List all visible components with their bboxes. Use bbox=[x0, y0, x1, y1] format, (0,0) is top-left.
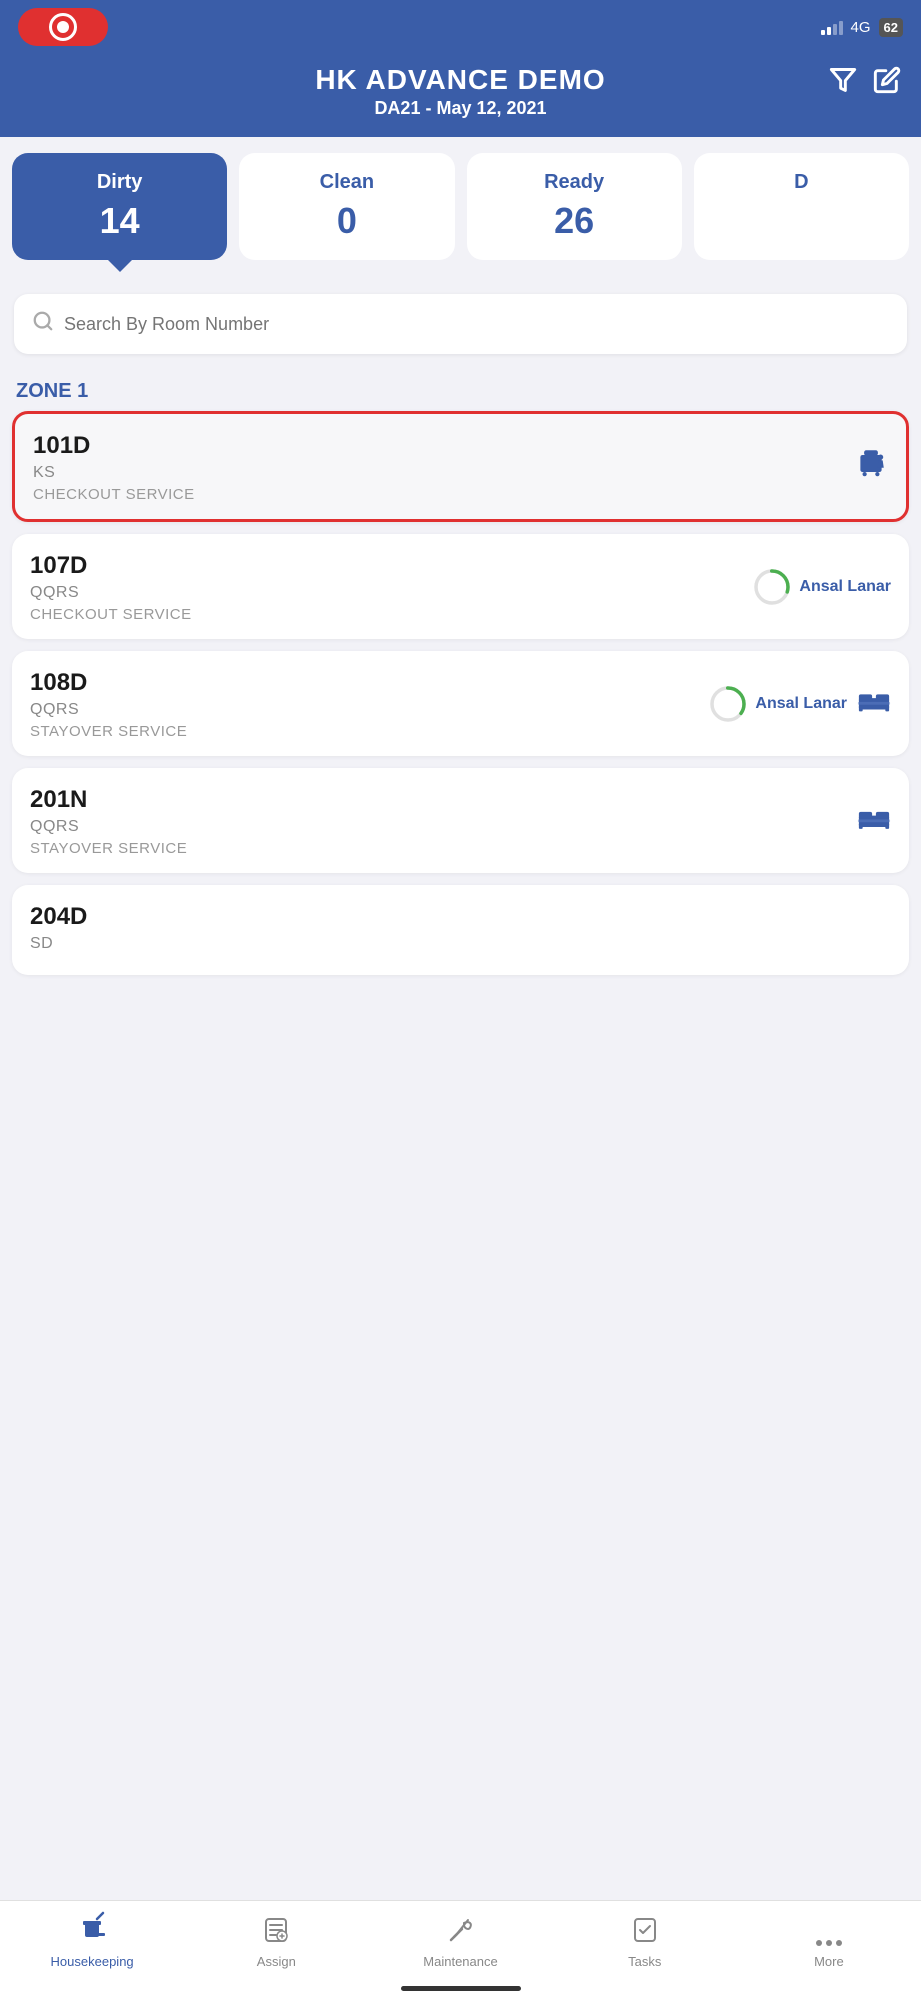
nav-item-more[interactable]: More bbox=[737, 1940, 921, 1969]
tab-d2[interactable]: D bbox=[694, 153, 909, 260]
tab-clean-count: 0 bbox=[253, 200, 440, 242]
room-service-201N: STAYOVER SERVICE bbox=[30, 840, 891, 857]
tab-ready-label: Ready bbox=[481, 171, 668, 194]
tab-clean-label: Clean bbox=[253, 171, 440, 194]
room-card-204D[interactable]: 204D SD bbox=[12, 885, 909, 975]
maintenance-nav-icon bbox=[446, 1915, 476, 1950]
signal-bar-3 bbox=[833, 24, 837, 35]
zone-header: ZONE 1 bbox=[0, 364, 921, 411]
search-container bbox=[0, 276, 921, 364]
tab-ready-count: 26 bbox=[481, 200, 668, 242]
filter-icon[interactable] bbox=[829, 66, 857, 101]
more-nav-icon bbox=[816, 1940, 842, 1946]
status-bar-right: 4G 62 bbox=[821, 18, 903, 37]
room-type-101D: KS bbox=[33, 464, 888, 482]
luggage-icon-101D bbox=[854, 446, 888, 487]
app-title: HK ADVANCE DEMO bbox=[315, 64, 605, 96]
nav-label-housekeeping: Housekeeping bbox=[51, 1954, 134, 1969]
room-number-201N: 201N bbox=[30, 786, 891, 814]
nav-item-maintenance[interactable]: Maintenance bbox=[368, 1915, 552, 1969]
search-icon bbox=[32, 310, 54, 338]
room-type-201N: QQRS bbox=[30, 818, 891, 836]
nav-item-housekeeping[interactable]: Housekeeping bbox=[0, 1911, 184, 1969]
more-dot-1 bbox=[816, 1940, 822, 1946]
bottom-nav: Housekeeping Assign bbox=[0, 1900, 921, 1999]
room-right-101D bbox=[854, 446, 888, 487]
attendant-name-107D: Ansal Lanar bbox=[799, 578, 891, 596]
status-tabs: Dirty 14 Clean 0 Ready 26 D bbox=[0, 137, 921, 276]
nav-label-tasks: Tasks bbox=[628, 1954, 661, 1969]
bed-icon-201N bbox=[857, 803, 891, 838]
room-service-101D: CHECKOUT SERVICE bbox=[33, 486, 888, 503]
signal-bar-4 bbox=[839, 21, 843, 35]
status-bar-left bbox=[18, 8, 108, 46]
room-card-201N[interactable]: 201N QQRS STAYOVER SERVICE bbox=[12, 768, 909, 873]
tab-ready[interactable]: Ready 26 bbox=[467, 153, 682, 260]
record-button[interactable] bbox=[18, 8, 108, 46]
assign-nav-icon bbox=[261, 1915, 291, 1950]
attendant-107D: Ansal Lanar bbox=[753, 568, 891, 606]
room-right-108D: Ansal Lanar bbox=[709, 685, 891, 723]
header-actions bbox=[829, 66, 901, 101]
record-icon bbox=[49, 13, 77, 41]
more-dot-2 bbox=[826, 1940, 832, 1946]
attendant-name-108D: Ansal Lanar bbox=[755, 695, 847, 713]
edit-icon[interactable] bbox=[873, 66, 901, 101]
nav-label-maintenance: Maintenance bbox=[423, 1954, 497, 1969]
housekeeping-nav-icon bbox=[75, 1911, 109, 1950]
room-card-107D[interactable]: 107D QQRS CHECKOUT SERVICE Ansal Lanar bbox=[12, 534, 909, 639]
nav-item-assign[interactable]: Assign bbox=[184, 1915, 368, 1969]
room-right-107D: Ansal Lanar bbox=[753, 568, 891, 606]
signal-bar-2 bbox=[827, 27, 831, 35]
progress-ring-108D bbox=[709, 685, 747, 723]
battery-indicator: 62 bbox=[879, 18, 903, 37]
network-type: 4G bbox=[851, 19, 871, 36]
tab-dirty[interactable]: Dirty 14 bbox=[12, 153, 227, 260]
search-input[interactable] bbox=[64, 314, 889, 335]
room-number-204D: 204D bbox=[30, 903, 891, 931]
home-indicator bbox=[401, 1986, 521, 1991]
tab-dirty-count: 14 bbox=[26, 200, 213, 242]
room-number-101D: 101D bbox=[33, 432, 888, 460]
tab-clean[interactable]: Clean 0 bbox=[239, 153, 454, 260]
room-service-108D: STAYOVER SERVICE bbox=[30, 723, 891, 740]
bed-icon-108D bbox=[857, 686, 891, 721]
signal-bars bbox=[821, 19, 843, 35]
attendant-108D: Ansal Lanar bbox=[709, 685, 847, 723]
more-dot-3 bbox=[836, 1940, 842, 1946]
app-header: HK ADVANCE DEMO DA21 - May 12, 2021 bbox=[0, 52, 921, 137]
status-bar: 4G 62 bbox=[0, 0, 921, 52]
search-box bbox=[14, 294, 907, 354]
tasks-nav-icon bbox=[630, 1915, 660, 1950]
room-type-204D: SD bbox=[30, 935, 891, 953]
room-card-101D[interactable]: 101D KS CHECKOUT SERVICE bbox=[12, 411, 909, 522]
room-right-201N bbox=[857, 803, 891, 838]
nav-label-more: More bbox=[814, 1954, 844, 1969]
nav-label-assign: Assign bbox=[257, 1954, 296, 1969]
room-service-107D: CHECKOUT SERVICE bbox=[30, 606, 891, 623]
signal-bar-1 bbox=[821, 30, 825, 35]
progress-ring-107D bbox=[753, 568, 791, 606]
tab-d2-label: D bbox=[708, 171, 895, 194]
nav-item-tasks[interactable]: Tasks bbox=[553, 1915, 737, 1969]
rooms-list: 101D KS CHECKOUT SERVICE 107D QQRS CHECK bbox=[0, 411, 921, 1095]
app-subtitle: DA21 - May 12, 2021 bbox=[374, 98, 546, 119]
record-dot bbox=[57, 21, 69, 33]
tab-dirty-label: Dirty bbox=[26, 171, 213, 194]
room-card-108D[interactable]: 108D QQRS STAYOVER SERVICE Ansal Lanar bbox=[12, 651, 909, 756]
